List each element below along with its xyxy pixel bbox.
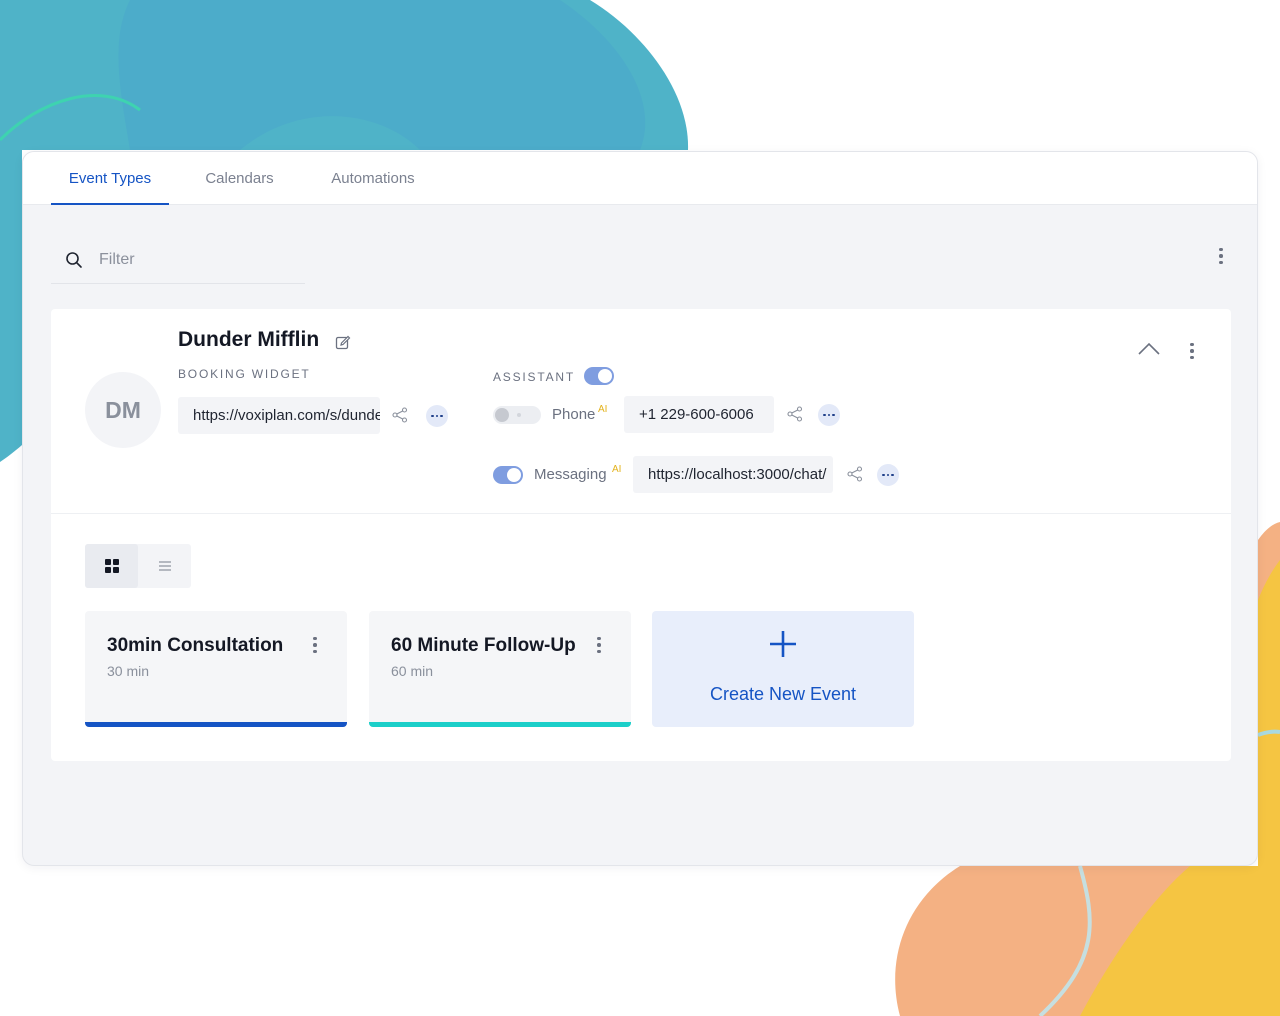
event-duration: 60 min bbox=[391, 663, 434, 679]
event-kebab-icon[interactable] bbox=[309, 635, 321, 655]
messaging-url-field[interactable]: https://localhost:3000/chat/ bbox=[633, 456, 833, 493]
tab-event-types[interactable]: Event Types bbox=[51, 152, 169, 205]
phone-toggle[interactable] bbox=[493, 406, 541, 424]
share-icon[interactable] bbox=[847, 466, 863, 487]
messaging-label: Messaging bbox=[534, 466, 607, 483]
phone-more-icon[interactable] bbox=[818, 404, 840, 426]
view-mode-toggle bbox=[85, 544, 191, 588]
event-color-bar bbox=[369, 722, 631, 727]
company-header: DM Dunder Mifflin BOOKING WIDGET https:/… bbox=[51, 309, 1231, 514]
assistant-label: ASSISTANT bbox=[493, 370, 575, 384]
phone-ai-badge: AI bbox=[598, 404, 608, 415]
company-name: Dunder Mifflin bbox=[178, 328, 320, 351]
filter-input[interactable] bbox=[99, 248, 299, 272]
company-kebab-icon[interactable] bbox=[1185, 339, 1199, 363]
app-window: Event Types Calendars Automations DM Dun… bbox=[22, 151, 1258, 866]
messaging-ai-badge: AI bbox=[612, 464, 622, 475]
create-new-event-button[interactable]: Create New Event bbox=[652, 611, 914, 727]
plus-icon bbox=[768, 629, 798, 664]
phone-number-field[interactable]: +1 229-600-6006 bbox=[624, 396, 774, 433]
event-color-bar bbox=[85, 722, 347, 727]
avatar: DM bbox=[85, 372, 161, 448]
booking-url-field[interactable]: https://voxiplan.com/s/dunder-mifflin bbox=[178, 397, 380, 434]
filter-bar bbox=[51, 238, 305, 284]
chevron-up-icon[interactable] bbox=[1137, 342, 1161, 361]
event-title: 30min Consultation bbox=[107, 635, 284, 656]
share-icon[interactable] bbox=[787, 406, 803, 427]
messaging-toggle[interactable] bbox=[493, 466, 523, 484]
tab-calendars[interactable]: Calendars bbox=[193, 152, 286, 205]
event-title: 60 Minute Follow-Up bbox=[391, 635, 576, 656]
event-duration: 30 min bbox=[107, 663, 150, 679]
page-options-kebab-icon[interactable] bbox=[1213, 244, 1229, 268]
assistant-toggle[interactable] bbox=[584, 367, 614, 385]
booking-widget-label: BOOKING WIDGET bbox=[178, 367, 311, 381]
edit-icon[interactable] bbox=[335, 335, 351, 356]
messaging-more-icon[interactable] bbox=[877, 464, 899, 486]
tab-bar: Event Types Calendars Automations bbox=[23, 152, 1257, 205]
list-view-icon[interactable] bbox=[138, 544, 191, 588]
company-card: DM Dunder Mifflin BOOKING WIDGET https:/… bbox=[51, 309, 1231, 761]
tab-automations[interactable]: Automations bbox=[318, 152, 428, 205]
event-type-card[interactable]: 60 Minute Follow-Up 60 min bbox=[369, 611, 631, 727]
booking-more-icon[interactable] bbox=[426, 405, 448, 427]
event-kebab-icon[interactable] bbox=[593, 635, 605, 655]
grid-view-icon[interactable] bbox=[85, 544, 138, 588]
create-new-event-label: Create New Event bbox=[709, 684, 857, 704]
event-type-card[interactable]: 30min Consultation 30 min bbox=[85, 611, 347, 727]
phone-label: Phone bbox=[552, 406, 596, 423]
search-icon bbox=[65, 251, 83, 274]
share-icon[interactable] bbox=[392, 407, 408, 428]
